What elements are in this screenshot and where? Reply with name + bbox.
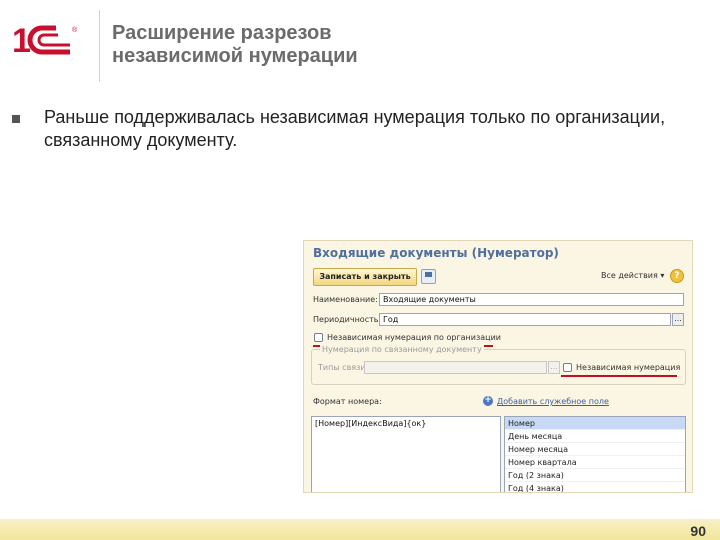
- slide-title-line1: Расширение разрезов: [112, 22, 332, 44]
- org-independent-label: Независимая нумерация по организации: [327, 333, 501, 342]
- logo-c-inner: [37, 33, 70, 47]
- periodicity-label: Периодичность:: [313, 315, 382, 324]
- types-field[interactable]: [364, 361, 547, 374]
- format-label: Формат номера:: [313, 397, 382, 406]
- org-independent-checkbox[interactable]: [314, 333, 323, 342]
- list-item[interactable]: Год (4 знака): [505, 482, 685, 492]
- bullet-marker: [12, 115, 20, 123]
- all-actions-menu[interactable]: Все действия ▾: [601, 271, 664, 280]
- slide-title-line2: независимой нумерации: [112, 45, 358, 67]
- list-item[interactable]: День месяца: [505, 430, 685, 443]
- page-number: 90: [690, 523, 706, 539]
- numerator-form: Входящие документы (Нумератор) Записать …: [303, 240, 693, 493]
- help-icon[interactable]: ?: [670, 269, 684, 283]
- linked-document-group-title: Нумерация по связанному документу: [320, 345, 484, 354]
- periodicity-select-button[interactable]: ...: [672, 313, 684, 326]
- name-field[interactable]: Входящие документы: [379, 293, 684, 306]
- independent-numbering-checkbox[interactable]: [563, 363, 572, 372]
- add-field-icon[interactable]: +: [483, 396, 493, 406]
- 1c-logo-icon: 1 ®: [12, 22, 78, 56]
- independent-numbering-label: Независимая нумерация: [576, 363, 681, 372]
- list-item[interactable]: Номер квартала: [505, 456, 685, 469]
- periodicity-field[interactable]: Год: [379, 313, 671, 326]
- form-title: Входящие документы (Нумератор): [313, 246, 559, 260]
- format-textarea[interactable]: [Номер][ИндексВида]{ок}: [311, 416, 501, 492]
- header-divider: [99, 10, 100, 82]
- slide-title: Расширение разрезов независимой нумераци…: [112, 22, 652, 68]
- logo-registered: ®: [72, 26, 78, 34]
- logo-c-shape: [27, 25, 70, 55]
- list-item[interactable]: Номер: [505, 417, 685, 430]
- types-select-button[interactable]: ...: [548, 361, 560, 374]
- save-and-close-button[interactable]: Записать и закрыть: [313, 268, 417, 286]
- highlight-underline-linked: [561, 375, 677, 377]
- bullet-text: Раньше поддерживалась независимая нумера…: [44, 107, 666, 150]
- footer-bar: [0, 519, 720, 540]
- save-icon[interactable]: [421, 269, 436, 284]
- name-label: Наименование:: [313, 295, 378, 304]
- list-item[interactable]: Номер месяца: [505, 443, 685, 456]
- add-service-field-link[interactable]: Добавить служебное поле: [497, 397, 609, 406]
- list-item[interactable]: Год (2 знака): [505, 469, 685, 482]
- types-label: Типы связи:: [318, 363, 369, 372]
- format-fields-list[interactable]: Номер День месяца Номер месяца Номер ква…: [504, 416, 686, 492]
